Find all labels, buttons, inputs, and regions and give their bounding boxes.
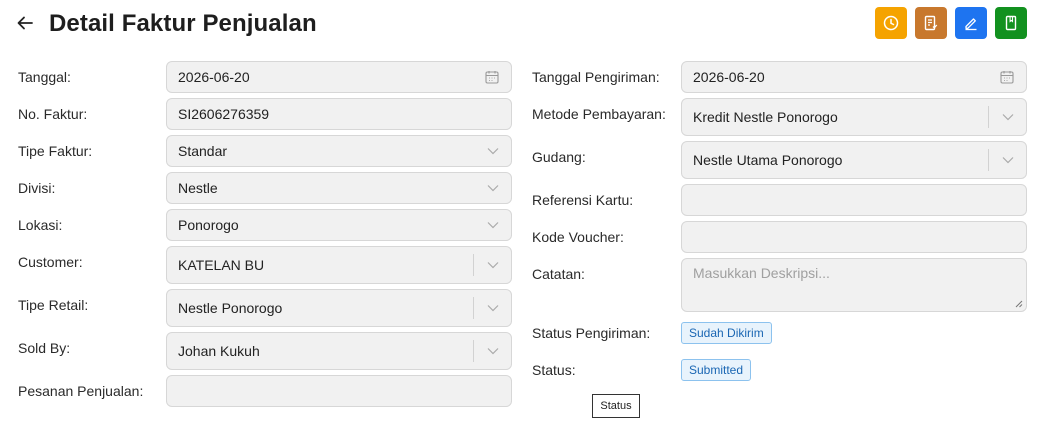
sold-by-value: Johan Kukuh [178,343,260,359]
metode-pembayaran-value: Kredit Nestle Ponorogo [693,109,838,125]
tipe-faktur-value: Standar [178,143,228,159]
report-button[interactable] [915,7,947,39]
select-separator [473,340,474,362]
customer-value: KATELAN BU [178,257,265,273]
customer-label: Customer: [18,254,83,270]
divisi-select[interactable]: Nestle [166,172,512,204]
chevron-down-icon[interactable] [1002,156,1014,164]
tanggal-pengiriman-label: Tanggal Pengiriman: [532,69,660,85]
status-badge: Submitted [681,359,752,381]
kode-voucher-input[interactable] [681,221,1027,253]
tipe-faktur-select[interactable]: Standar [166,135,512,167]
gudang-label: Gudang: [532,149,586,165]
select-separator [473,297,474,319]
pesanan-input[interactable] [166,375,512,407]
lokasi-select[interactable]: Ponorogo [166,209,512,241]
metode-pembayaran-select[interactable]: Kredit Nestle Ponorogo [681,98,1027,136]
tanggal-pengiriman-value: 2026-06-20 [693,69,765,85]
chevron-down-icon [487,148,499,155]
tipe-retail-value: Nestle Ponorogo [178,300,283,316]
select-separator [473,254,474,276]
tipe-retail-label: Tipe Retail: [18,297,89,313]
tanggal-label: Tanggal: [18,69,71,85]
gudang-value: Nestle Utama Ponorogo [693,152,843,168]
status-label: Status: [532,362,576,378]
referensi-kartu-input[interactable] [681,184,1027,216]
pencil-icon [965,18,977,31]
select-separator [988,106,989,128]
status-pengiriman-label: Status Pengiriman: [532,325,651,341]
receipt-icon [924,15,938,31]
chevron-down-icon[interactable] [487,261,499,269]
chevron-down-icon[interactable] [487,304,499,312]
edit-button[interactable] [955,7,987,39]
book-icon [1005,15,1017,31]
divisi-value: Nestle [178,180,218,196]
customer-select[interactable]: KATELAN BU [166,246,512,284]
catatan-label: Catatan: [532,266,585,282]
history-button[interactable] [875,7,907,39]
tanggal-pengiriman-input[interactable]: 2026-06-20 [681,61,1027,93]
back-arrow-icon[interactable] [14,12,36,34]
status-pengiriman-badge: Sudah Dikirim [681,322,772,344]
tipe-faktur-label: Tipe Faktur: [18,143,93,159]
resize-handle-icon[interactable] [1015,300,1023,308]
tanggal-value: 2026-06-20 [178,69,250,85]
sold-by-label: Sold By: [18,340,71,356]
divisi-label: Divisi: [18,180,56,196]
calendar-icon[interactable] [1000,70,1014,84]
kode-voucher-label: Kode Voucher: [532,229,624,245]
no-faktur-input[interactable]: SI2606276359 [166,98,512,130]
tipe-retail-select[interactable]: Nestle Ponorogo [166,289,512,327]
lokasi-value: Ponorogo [178,217,239,233]
no-faktur-label: No. Faktur: [18,106,88,122]
lokasi-label: Lokasi: [18,217,63,233]
page-header: Detail Faktur Penjualan [0,0,1038,50]
chevron-down-icon[interactable] [487,347,499,355]
chevron-down-icon[interactable] [1002,113,1014,121]
book-button[interactable] [995,7,1027,39]
chevron-down-icon [487,185,499,192]
tanggal-date-input[interactable]: 2026-06-20 [166,61,512,93]
clock-icon [883,15,899,31]
chevron-down-icon [487,222,499,229]
gudang-select[interactable]: Nestle Utama Ponorogo [681,141,1027,179]
metode-pembayaran-label: Metode Pembayaran: [532,106,666,122]
catatan-textarea[interactable]: Masukkan Deskripsi... [681,258,1027,312]
catatan-placeholder: Masukkan Deskripsi... [693,265,830,281]
select-separator [988,149,989,171]
no-faktur-value: SI2606276359 [178,106,270,122]
status-tooltip: Status [592,394,640,418]
calendar-icon[interactable] [485,70,499,84]
referensi-kartu-label: Referensi Kartu: [532,192,634,208]
pesanan-label: Pesanan Penjualan: [18,383,144,399]
page-title: Detail Faktur Penjualan [49,10,317,37]
sold-by-select[interactable]: Johan Kukuh [166,332,512,370]
